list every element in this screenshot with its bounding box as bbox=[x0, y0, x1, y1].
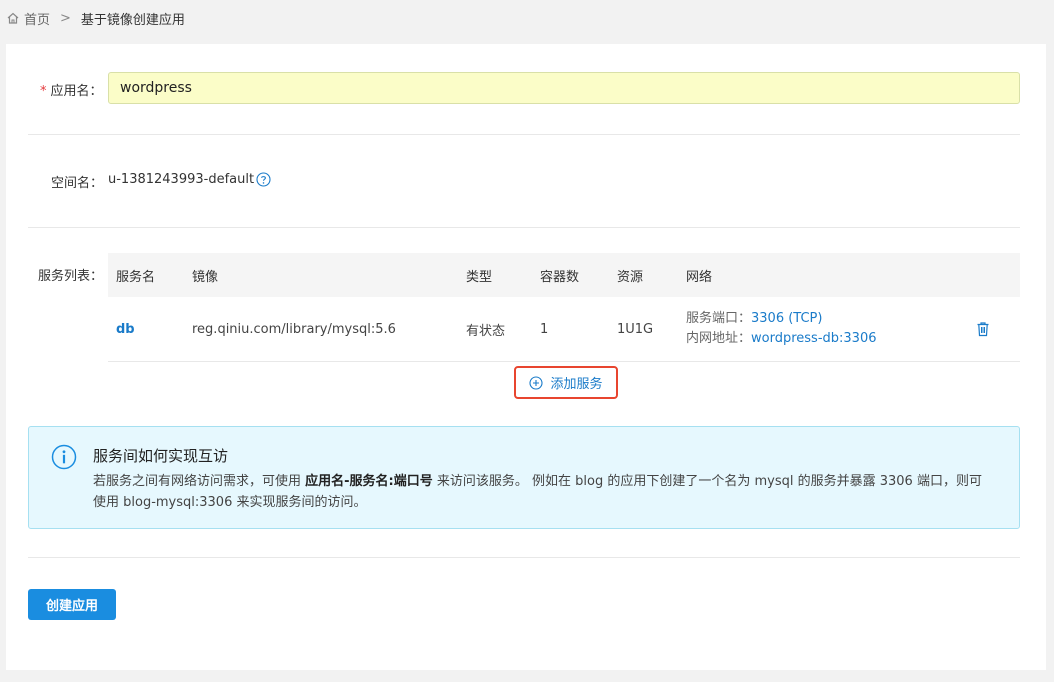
info-icon bbox=[51, 444, 77, 470]
breadcrumb-separator: > bbox=[60, 10, 71, 26]
app-name-label: * 应用名： bbox=[40, 84, 103, 99]
services-label: 服务列表： bbox=[38, 269, 104, 284]
column-header-containers: 容器数 bbox=[540, 269, 580, 285]
breadcrumb-home-link[interactable]: 首页 bbox=[24, 9, 50, 28]
service-type: 有状态 bbox=[466, 323, 506, 339]
add-service-label: 添加服务 bbox=[550, 377, 603, 392]
divider bbox=[28, 557, 1020, 558]
info-title: 服务间如何实现互访 bbox=[93, 447, 229, 465]
create-app-form: * 应用名： wordpress 空间名： u-1381243993-defaul… bbox=[6, 44, 1046, 670]
service-containers: 1 bbox=[540, 321, 549, 337]
services-table: 服务名 镜像 类型 容器数 资源 网络 db reg.qiniu.com/lib… bbox=[108, 253, 1020, 362]
service-name-link[interactable]: db bbox=[116, 322, 135, 337]
trash-icon[interactable] bbox=[976, 321, 990, 337]
service-port-label: 服务端口： bbox=[686, 311, 752, 326]
divider bbox=[28, 134, 1020, 135]
column-header-service-name: 服务名 bbox=[116, 269, 156, 285]
info-body: 若服务之间有网络访问需求，可使用 应用名-服务名:端口号 来访问该服务。 例如在… bbox=[93, 474, 982, 510]
service-resource: 1U1G bbox=[617, 321, 654, 337]
create-app-button[interactable]: 创建应用 bbox=[28, 589, 116, 620]
info-format-emphasis: 应用名-服务名:端口号 bbox=[305, 474, 433, 489]
divider bbox=[28, 227, 1020, 228]
table-row: db reg.qiniu.com/library/mysql:5.6 有状态 1… bbox=[108, 297, 1020, 362]
breadcrumb-current: 基于镜像创建应用 bbox=[80, 12, 185, 28]
home-icon bbox=[7, 12, 19, 24]
table-header: 服务名 镜像 类型 容器数 资源 网络 bbox=[108, 253, 1020, 297]
service-port-value: 3306 (TCP) bbox=[751, 311, 823, 326]
namespace-label: 空间名： bbox=[51, 176, 104, 191]
column-header-resource: 资源 bbox=[617, 269, 644, 285]
column-header-image: 镜像 bbox=[192, 269, 219, 285]
plus-circle-icon bbox=[529, 375, 544, 390]
question-help-icon[interactable] bbox=[256, 172, 271, 187]
namespace-value: u-1381243993-default bbox=[108, 172, 255, 187]
info-notice: 服务间如何实现互访 若服务之间有网络访问需求，可使用 应用名-服务名:端口号 来… bbox=[28, 426, 1020, 529]
app-name-input[interactable]: wordpress bbox=[108, 72, 1020, 104]
column-header-type: 类型 bbox=[466, 269, 493, 285]
column-header-network: 网络 bbox=[686, 269, 713, 285]
service-network: 服务端口：3306 (TCP) 内网地址：wordpress-db:3306 bbox=[686, 309, 876, 349]
add-service-button[interactable]: 添加服务 bbox=[514, 366, 618, 399]
internal-address-value: wordpress-db:3306 bbox=[751, 331, 877, 346]
internal-address-label: 内网地址： bbox=[686, 331, 752, 346]
breadcrumb: 首页 > 基于镜像创建应用 bbox=[6, 9, 185, 28]
service-image: reg.qiniu.com/library/mysql:5.6 bbox=[192, 321, 396, 337]
required-mark: * bbox=[40, 84, 47, 99]
